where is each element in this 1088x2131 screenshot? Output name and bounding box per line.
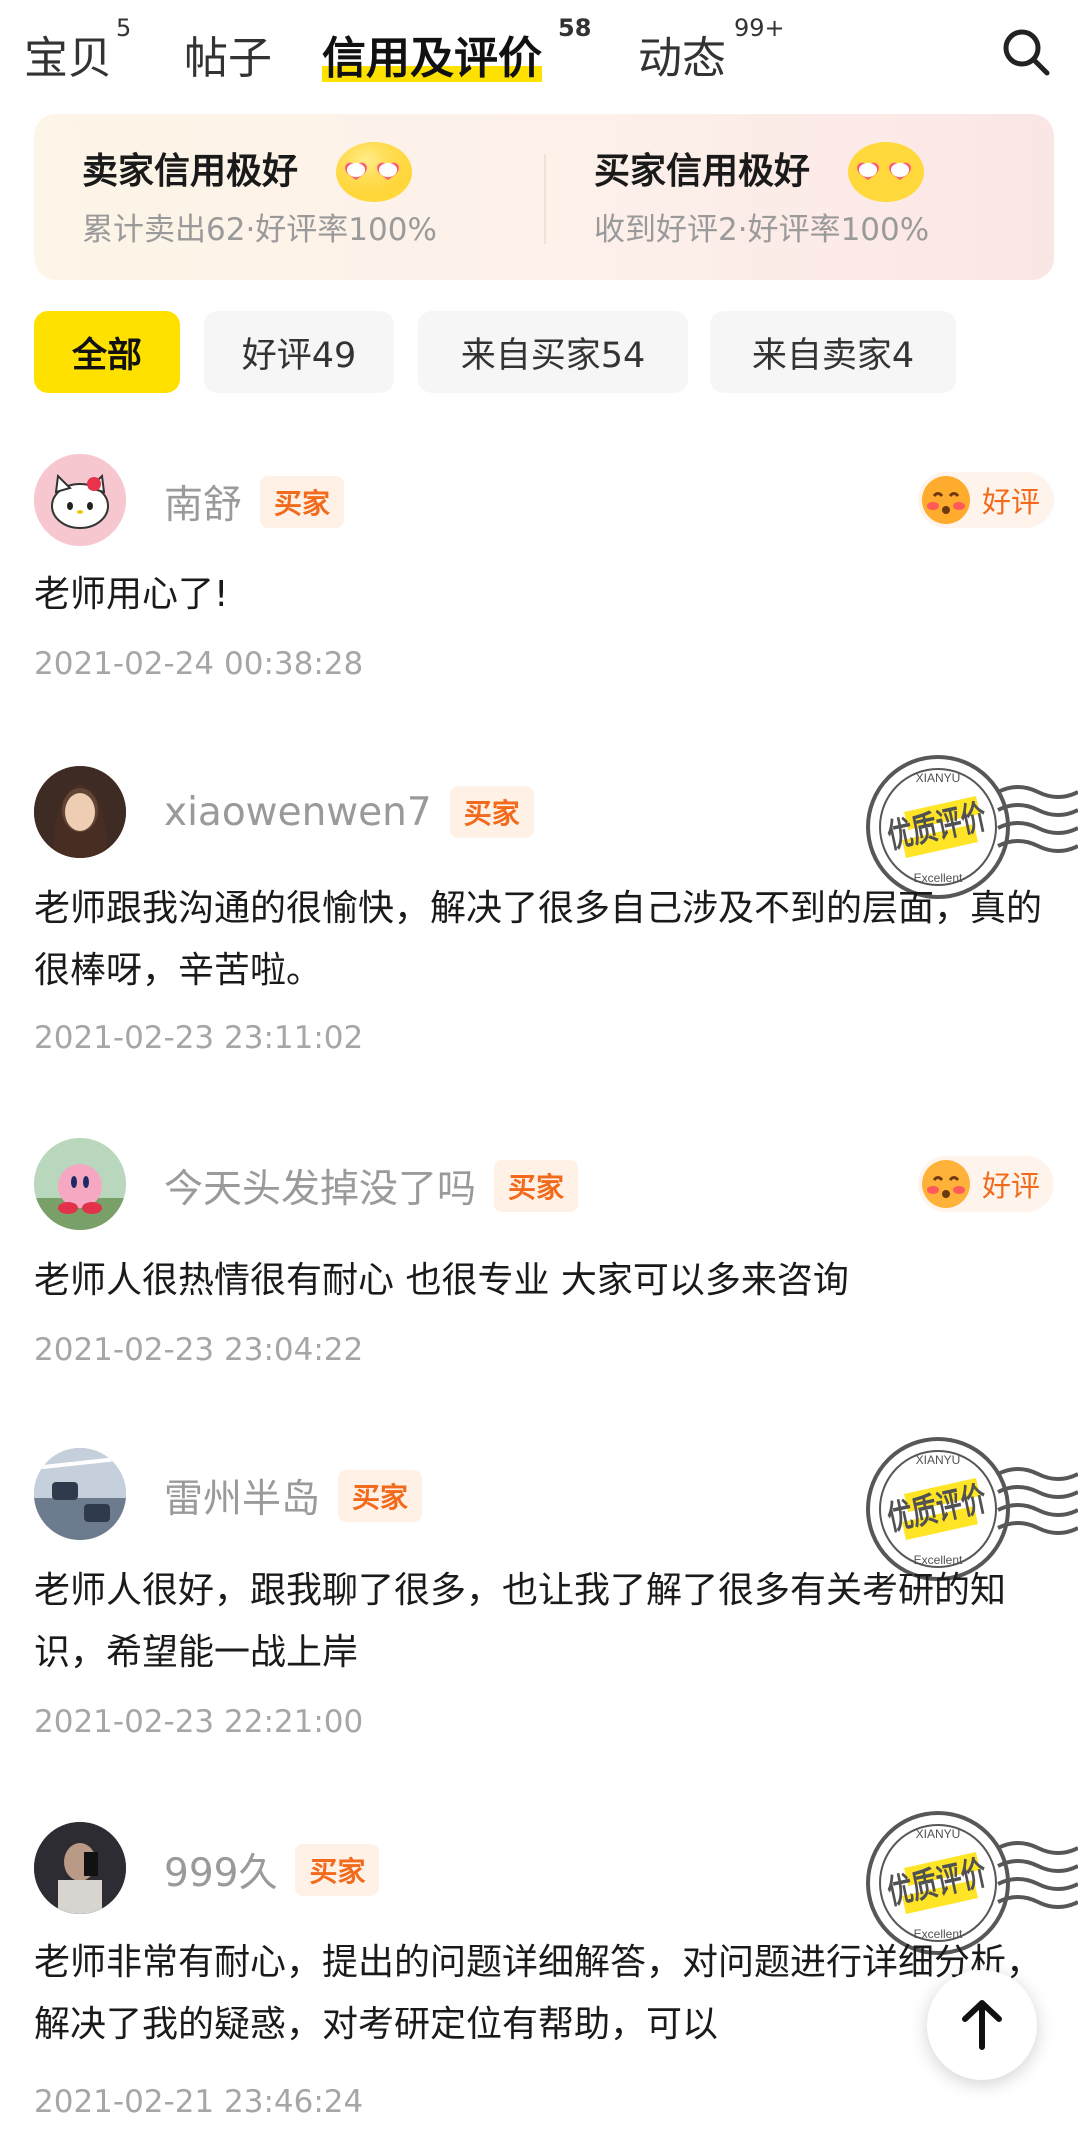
arrow-up-icon — [962, 2000, 1002, 2050]
filter-positive[interactable]: 好评49 — [204, 311, 394, 393]
review-text: 老师跟我沟通的很愉快，解决了很多自己涉及不到的层面，真的很棒呀，辛苦啦。 — [34, 888, 1043, 991]
review-text: 老师人很好，跟我聊了很多，也让我了解了很多有关考研的知识，希望能一战上岸 — [34, 1570, 1007, 1673]
stamp-top-text: XIANYU — [916, 1827, 961, 1841]
avatar[interactable] — [34, 1448, 126, 1540]
review-text: 老师用心了! — [34, 574, 229, 615]
username[interactable]: 雷州半岛 — [164, 1468, 320, 1524]
buyer-credit-detail: 收到好评2·好评率100% — [594, 212, 930, 248]
seller-credit-detail: 累计卖出62·好评率100% — [82, 212, 437, 248]
positive-rating-badge: 好评 — [917, 1156, 1054, 1212]
username-row: 今天头发掉没了吗 买家 — [164, 1158, 579, 1214]
tab-label: 信用及评价 — [322, 33, 542, 84]
role-badge: 买家 — [494, 1160, 579, 1212]
review-item: 999久 买家 XIANYU 优质评价 Excellent 老师非常有耐心，提出… — [34, 1811, 1078, 2131]
review-time: 2021-02-21 23:46:24 — [34, 2084, 364, 2120]
top-tab-bar: 宝贝 5 帖子 信用及评价 58 动态 99+ — [0, 0, 1088, 100]
tab-label: 帖子 — [184, 33, 272, 84]
avatar[interactable] — [34, 454, 126, 546]
review-time: 2021-02-23 23:04:22 — [34, 1332, 364, 1368]
username[interactable]: 今天头发掉没了吗 — [164, 1158, 476, 1214]
positive-rating-badge: 好评 — [917, 472, 1054, 528]
rating-label: 好评 — [981, 1169, 1040, 1203]
tab-items[interactable]: 宝贝 5 — [24, 14, 131, 86]
divider — [544, 154, 546, 244]
review-text: 老师人很热情很有耐心 也很专业 大家可以多来咨询 — [34, 1260, 849, 1301]
username[interactable]: xiaowenwen7 — [164, 790, 432, 835]
role-badge: 买家 — [295, 1844, 380, 1896]
stamp-top-text: XIANYU — [916, 771, 961, 785]
tab-label: 动态 — [638, 33, 726, 84]
review-time: 2021-02-23 22:21:00 — [34, 1704, 364, 1740]
tab-posts[interactable]: 帖子 — [184, 22, 272, 86]
filter-from-buyers[interactable]: 来自买家54 — [418, 311, 688, 393]
hello-kitty-avatar-icon — [34, 454, 126, 546]
user-photo-avatar-icon — [34, 1448, 126, 1540]
username[interactable]: 999久 — [164, 1842, 277, 1898]
stamp-top-text: XIANYU — [916, 1453, 961, 1467]
blushing-face-icon — [921, 1160, 970, 1208]
credit-summary-card: 卖家信用极好 累计卖出62·好评率100% 买家信用极好 收到好评2·好评率10… — [34, 114, 1054, 280]
review-item: xiaowenwen7 买家 XIANYU 优质评价 Excellent 老师跟… — [34, 755, 1078, 1086]
filter-from-sellers[interactable]: 来自卖家4 — [710, 311, 956, 393]
review-text: 老师非常有耐心，提出的问题详细解答，对问题进行详细分析，解决了我的疑惑，对考研定… — [34, 1942, 1043, 2045]
username-row: xiaowenwen7 买家 — [164, 786, 534, 838]
review-time: 2021-02-24 00:38:28 — [34, 646, 364, 682]
filter-all[interactable]: 全部 — [34, 311, 180, 393]
username-row: 南舒 买家 — [164, 474, 345, 530]
username-row: 999久 买家 — [164, 1842, 380, 1898]
tab-count: 5 — [116, 14, 132, 42]
tab-credit-reviews[interactable]: 信用及评价 58 — [322, 14, 591, 86]
role-badge: 买家 — [449, 786, 534, 838]
review-item: 雷州半岛 买家 XIANYU 优质评价 Excellent 老师人很好，跟我聊了… — [34, 1437, 1078, 1768]
avatar[interactable] — [34, 766, 126, 858]
review-item: 今天头发掉没了吗 买家 好评 老师人很热情很有耐心 也很专业 大家可以多来咨询 … — [34, 1138, 1054, 1378]
tab-count: 58 — [558, 14, 592, 42]
heart-eyes-emoji-icon — [848, 142, 924, 202]
user-photo-avatar-icon — [34, 1822, 126, 1914]
avatar[interactable] — [34, 1822, 126, 1914]
role-badge: 买家 — [260, 476, 345, 528]
heart-eyes-emoji-icon — [336, 142, 412, 202]
back-to-top-button[interactable] — [927, 1970, 1037, 2080]
tab-activity[interactable]: 动态 99+ — [638, 14, 785, 86]
rating-label: 好评 — [981, 485, 1040, 519]
tab-count: 99+ — [734, 14, 785, 42]
review-item: 南舒 买家 好评 老师用心了! 2021-02-24 00:38:28 — [34, 454, 1054, 694]
role-badge: 买家 — [338, 1470, 423, 1522]
kirby-avatar-icon — [34, 1138, 126, 1230]
user-photo-avatar-icon — [34, 766, 126, 858]
tab-label: 宝贝 — [24, 33, 112, 84]
blushing-face-icon — [921, 476, 970, 524]
avatar[interactable] — [34, 1138, 126, 1230]
review-time: 2021-02-23 23:11:02 — [34, 1020, 364, 1056]
username[interactable]: 南舒 — [164, 474, 242, 530]
username-row: 雷州半岛 买家 — [164, 1468, 423, 1524]
search-icon[interactable] — [1000, 26, 1052, 78]
